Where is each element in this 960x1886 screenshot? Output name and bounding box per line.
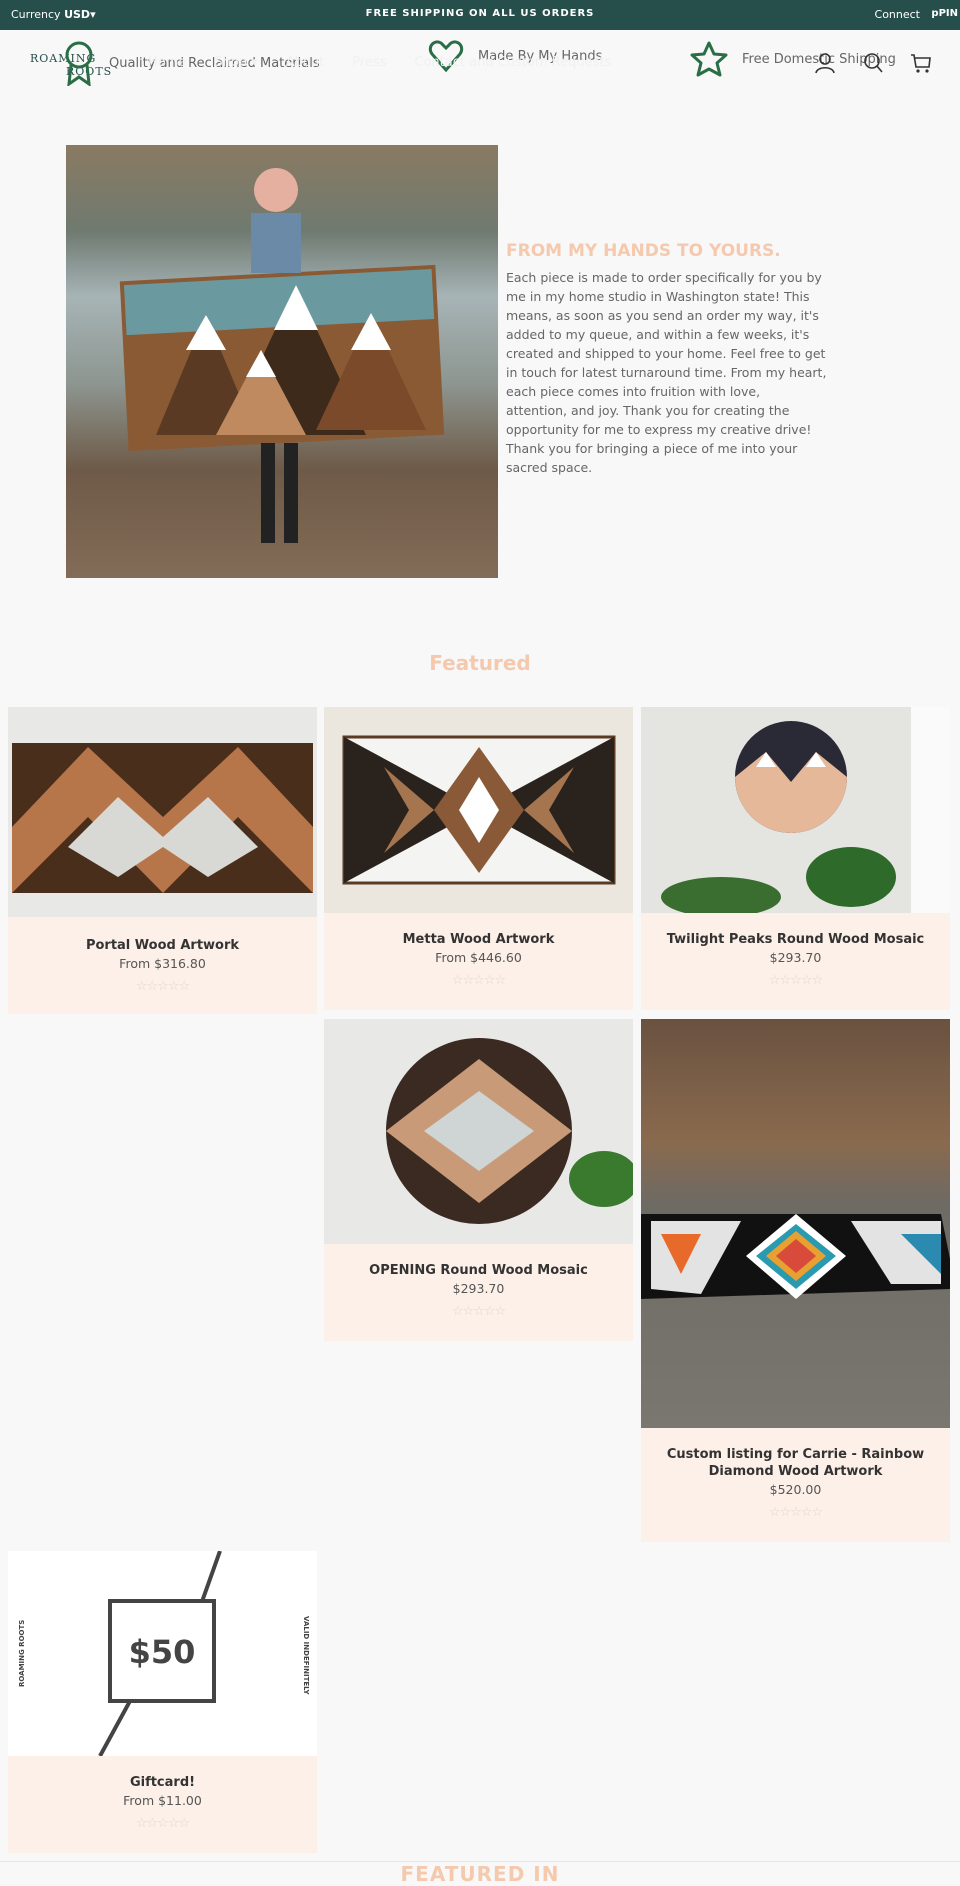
site-header: ROAMING ROOTS Quality and Reclaimed Mater… [0, 30, 960, 90]
product-image [641, 1019, 950, 1428]
search-icon[interactable] [862, 52, 884, 74]
product-price: From $316.80 [119, 956, 206, 971]
rating-stars: ☆☆☆☆☆ [135, 979, 190, 994]
nav-press[interactable]: Press [352, 55, 386, 70]
header-icons [814, 52, 932, 74]
product-card[interactable]: OPENING Round Wood Mosaic $293.70 ☆☆☆☆☆ [324, 1019, 633, 1341]
rating-stars: ☆☆☆☆☆ [768, 973, 823, 988]
nav-contact[interactable]: Contact and Custom Requests [414, 55, 611, 70]
rating-stars: ☆☆☆☆☆ [451, 973, 506, 988]
product-card[interactable]: Portal Wood Artwork From $316.80 ☆☆☆☆☆ [8, 707, 317, 1014]
product-title[interactable]: OPENING Round Wood Mosaic [324, 1262, 633, 1279]
product-price: $520.00 [769, 1482, 822, 1497]
rating-stars: ☆☆☆☆☆ [135, 1816, 190, 1831]
product-title[interactable]: Metta Wood Artwork [324, 931, 633, 948]
hero-heading: FROM MY HANDS TO YOURS. [506, 241, 781, 261]
featured-in-title: FEATURED IN [400, 1862, 560, 1886]
giftcard-left-text: ROAMING ROOTS [18, 1620, 26, 1687]
product-card[interactable]: Custom listing for Carrie - Rainbow Diam… [641, 1019, 950, 1542]
product-price: $293.70 [452, 1281, 505, 1296]
product-image [324, 707, 633, 913]
featured-title: Featured [429, 651, 531, 675]
product-card[interactable]: Metta Wood Artwork From $446.60 ☆☆☆☆☆ [324, 707, 633, 1010]
product-image [8, 707, 317, 917]
product-card[interactable]: Twilight Peaks Round Wood Mosaic $293.70 ☆… [641, 707, 950, 1010]
announcement-bar: Currency USD▾ FREE SHIPPING ON ALL US OR… [0, 0, 960, 30]
product-image [641, 707, 950, 913]
giftcard-right-text: VALID INDEFINITELY [302, 1616, 310, 1696]
product-title[interactable]: Giftcard! [8, 1774, 317, 1791]
giftcard-amount: $50 [129, 1633, 196, 1671]
product-price: $293.70 [769, 950, 822, 965]
product-card[interactable]: $50 ROAMING ROOTS VALID INDEFINITELY Gif… [8, 1551, 317, 1853]
product-price: From $446.60 [435, 950, 522, 965]
pinterest-link[interactable]: pPIN [931, 8, 958, 19]
rating-stars: ☆☆☆☆☆ [768, 1505, 823, 1520]
main-nav: Home Shop ▾ About Press Contact and Cust… [148, 55, 611, 70]
cart-icon[interactable] [910, 52, 932, 74]
hero-body: Each piece is made to order specifically… [506, 270, 827, 475]
star-icon [690, 41, 728, 77]
nav-shop[interactable]: Shop ▾ [214, 55, 257, 70]
product-image [324, 1019, 633, 1244]
announcement-text: FREE SHIPPING ON ALL US ORDERS [365, 8, 595, 19]
hero-image [66, 145, 498, 578]
product-image: $50 ROAMING ROOTS VALID INDEFINITELY [8, 1551, 317, 1756]
product-title[interactable]: Portal Wood Artwork [8, 937, 317, 954]
product-title[interactable]: Custom listing for Carrie - Rainbow Diam… [641, 1446, 950, 1480]
ribbon-icon [65, 41, 93, 86]
nav-home[interactable]: Home [148, 55, 186, 70]
product-title[interactable]: Twilight Peaks Round Wood Mosaic [641, 931, 950, 948]
connect-label: Connect [874, 8, 920, 21]
product-price: From $11.00 [123, 1793, 202, 1808]
rating-stars: ☆☆☆☆☆ [451, 1304, 506, 1319]
account-icon[interactable] [814, 52, 836, 74]
nav-about[interactable]: About [286, 55, 324, 70]
